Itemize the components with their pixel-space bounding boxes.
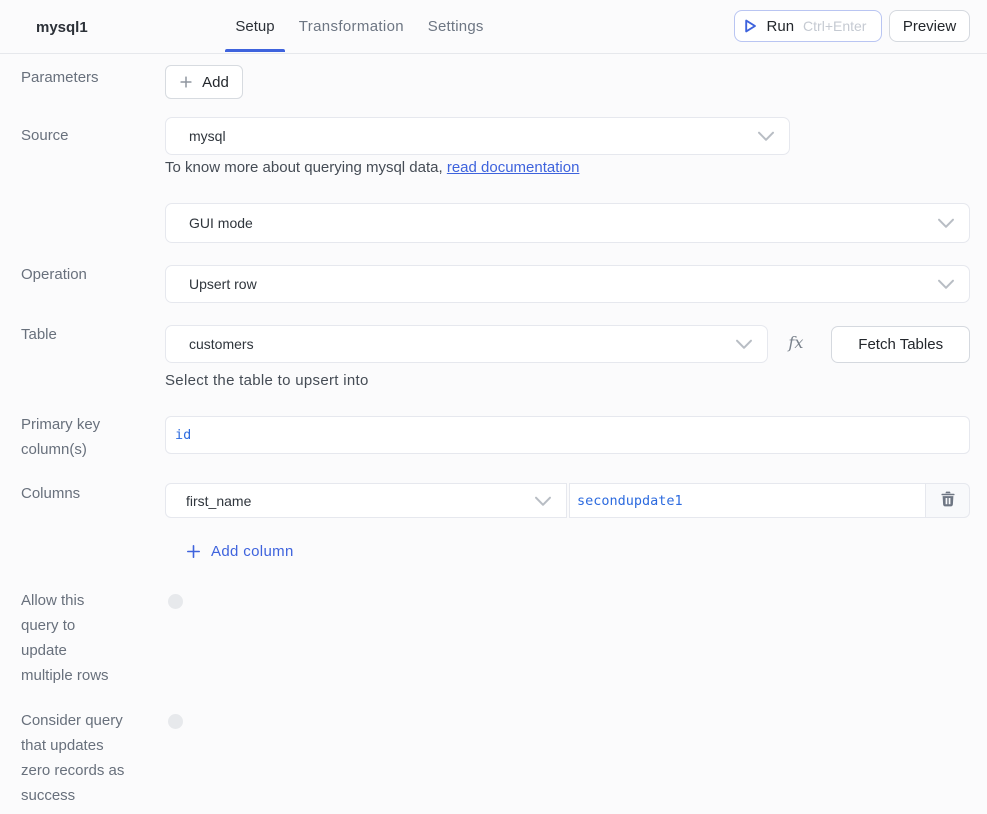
trash-icon <box>941 491 955 510</box>
table-field-group: customers fx Fetch Tables <box>165 325 970 363</box>
columns-label: Columns <box>21 481 165 558</box>
column-select[interactable]: first_name <box>165 483 567 518</box>
tab-transformation[interactable]: Transformation <box>285 0 418 53</box>
operation-select-value: Upsert row <box>189 276 936 292</box>
source-select-value: mysql <box>189 128 756 144</box>
add-parameter-label: Add <box>202 74 229 91</box>
add-parameter-button[interactable]: Add <box>165 65 243 99</box>
fetch-tables-label: Fetch Tables <box>858 336 943 353</box>
column-mapping-row: first_name secondupdate1 <box>165 483 970 518</box>
chevron-down-icon <box>936 213 956 233</box>
row-table: Table customers fx Fetch Tables Select t… <box>21 325 970 389</box>
source-select[interactable]: mysql <box>165 117 790 155</box>
tab-setup[interactable]: Setup <box>225 0 285 53</box>
column-select-value: first_name <box>186 493 533 509</box>
table-helper-text: Select the table to upsert into <box>165 372 970 389</box>
primary-key-fields: id <box>165 416 970 466</box>
zero-records-label-text: Consider query that updates zero records… <box>21 708 125 808</box>
tab-settings[interactable]: Settings <box>418 0 494 53</box>
primary-key-label: Primary key column(s) <box>21 412 141 462</box>
operation-fields: Upsert row <box>165 265 970 303</box>
chevron-down-icon <box>936 274 956 294</box>
query-editor-header: mysql1 Setup Transformation Settings Run… <box>0 0 987 54</box>
delete-column-button[interactable] <box>926 484 969 517</box>
table-select-value: customers <box>189 336 734 352</box>
table-select[interactable]: customers <box>165 325 768 363</box>
add-column-button[interactable]: Add column <box>186 543 294 560</box>
row-multiple-rows-toggle: Allow this query to update multiple rows <box>21 588 970 688</box>
row-zero-records-toggle: Consider query that updates zero records… <box>21 708 970 808</box>
zero-records-toggle[interactable] <box>168 714 183 729</box>
source-help-prefix: To know more about querying mysql data, <box>165 159 447 176</box>
column-value-group: secondupdate1 <box>569 483 970 518</box>
primary-key-value: id <box>175 427 191 443</box>
multiple-rows-label: Allow this query to update multiple rows <box>21 588 165 688</box>
plus-icon <box>186 544 201 559</box>
read-documentation-link[interactable]: read documentation <box>447 159 580 176</box>
mode-label-spacer <box>21 203 165 243</box>
add-column-label: Add column <box>211 543 294 560</box>
parameters-label: Parameters <box>21 65 165 99</box>
source-fields: mysql To know more about querying mysql … <box>165 117 970 176</box>
fetch-tables-button[interactable]: Fetch Tables <box>831 326 970 363</box>
source-label: Source <box>21 117 165 176</box>
mode-select-value: GUI mode <box>189 215 936 231</box>
row-parameters: Parameters Add <box>21 65 970 99</box>
row-operation: Operation Upsert row <box>21 265 970 303</box>
query-setup-form: Parameters Add Source mysql To know more… <box>0 65 987 808</box>
plus-icon <box>179 75 193 89</box>
play-icon <box>742 18 758 34</box>
tab-bar: Setup Transformation Settings <box>225 0 494 53</box>
run-label: Run <box>767 18 795 35</box>
row-mode: GUI mode <box>21 203 970 243</box>
table-label: Table <box>21 322 165 386</box>
fx-toggle[interactable]: fx <box>788 333 803 352</box>
preview-button[interactable]: Preview <box>889 10 970 42</box>
mode-fields: GUI mode <box>165 203 970 243</box>
multiple-rows-toggle[interactable] <box>168 594 183 609</box>
primary-key-input[interactable]: id <box>165 416 970 454</box>
zero-records-label: Consider query that updates zero records… <box>21 708 165 808</box>
row-columns: Columns first_name secondupdate1 <box>21 483 970 560</box>
row-primary-key: Primary key column(s) id <box>21 416 970 466</box>
operation-select[interactable]: Upsert row <box>165 265 970 303</box>
chevron-down-icon <box>756 126 776 146</box>
operation-label: Operation <box>21 262 165 300</box>
preview-label: Preview <box>903 18 956 35</box>
column-value-text: secondupdate1 <box>577 493 683 509</box>
table-fields: customers fx Fetch Tables Select the tab… <box>165 325 970 389</box>
header-actions: Run Ctrl+Enter Preview <box>734 10 970 42</box>
parameters-fields: Add <box>165 65 970 99</box>
run-button[interactable]: Run Ctrl+Enter <box>734 10 882 42</box>
chevron-down-icon <box>533 491 553 511</box>
multiple-rows-label-text: Allow this query to update multiple rows <box>21 588 119 688</box>
column-value-input[interactable]: secondupdate1 <box>570 484 926 517</box>
run-shortcut: Ctrl+Enter <box>803 18 866 34</box>
query-name[interactable]: mysql1 <box>36 19 88 36</box>
columns-fields: first_name secondupdate1 <box>165 483 970 560</box>
source-help-text: To know more about querying mysql data, … <box>165 159 970 176</box>
mode-select[interactable]: GUI mode <box>165 203 970 243</box>
row-source: Source mysql To know more about querying… <box>21 117 970 176</box>
chevron-down-icon <box>734 334 754 354</box>
